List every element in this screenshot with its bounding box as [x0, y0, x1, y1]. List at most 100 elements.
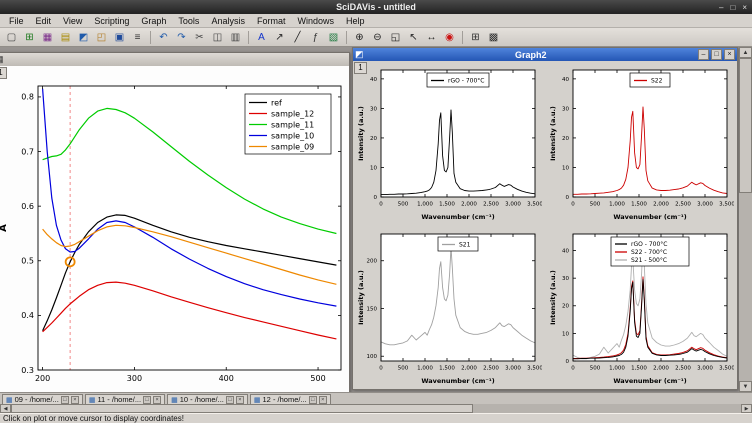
new-project-button[interactable]: ▢: [3, 29, 20, 45]
raman-plot-s22[interactable]: 05001,0001,5002,0002,5003,0003,500010203…: [547, 63, 734, 222]
menu-windows[interactable]: Windows: [291, 15, 340, 27]
toolbar-separator: [346, 31, 347, 44]
save-project-button[interactable]: ▣: [111, 29, 128, 45]
add-equation-button[interactable]: ƒ: [307, 29, 324, 45]
layer-1-button[interactable]: 1: [0, 67, 7, 79]
tab-close-button[interactable]: ×: [319, 396, 327, 404]
scroll-left-button[interactable]: ◀: [0, 404, 11, 413]
svg-text:100: 100: [367, 354, 378, 360]
select-data-range-icon: ↔: [427, 32, 437, 43]
uvvis-graph-titlebar[interactable]: ▦: [0, 53, 349, 66]
tab-close-button[interactable]: ×: [236, 396, 244, 404]
draw-arrow-button[interactable]: ↗: [271, 29, 288, 45]
horizontal-scrollbar[interactable]: ◀ ▶: [0, 404, 752, 413]
raman-plot-combined[interactable]: 05001,0001,5002,0002,5003,0003,500010203…: [547, 227, 734, 386]
uvvis-graph-window[interactable]: ▦ 1 2003004005000.30.40.50.60.70.8Arefsa…: [0, 52, 350, 392]
svg-text:2,000: 2,000: [653, 202, 669, 208]
vertical-scrollbar[interactable]: ▲ ▼: [739, 47, 752, 392]
zoom-in-button[interactable]: ⊕: [351, 29, 368, 45]
tab-restore-button[interactable]: □: [309, 396, 317, 404]
tab-close-button[interactable]: ×: [153, 396, 161, 404]
new-table-icon: ⊞: [25, 32, 33, 43]
subplot-grid: 05001,0001,5002,0002,5003,0003,500010203…: [353, 61, 737, 388]
uvvis-graph-canvas[interactable]: 1 2003004005000.30.40.50.60.70.8Arefsamp…: [0, 66, 349, 392]
svg-text:sample_11: sample_11: [271, 120, 314, 129]
menu-scripting[interactable]: Scripting: [88, 15, 135, 27]
menu-analysis[interactable]: Analysis: [205, 15, 251, 27]
svg-text:Intensity (a.u.): Intensity (a.u.): [549, 270, 557, 325]
svg-text:sample_09: sample_09: [271, 142, 314, 151]
uvvis-plot[interactable]: 2003004005000.30.40.50.60.70.8Arefsample…: [0, 66, 349, 392]
window-tab[interactable]: ▦11 - /home/...□×: [85, 394, 165, 404]
raman-plot-rgo[interactable]: 05001,0001,5002,0002,5003,0003,500010203…: [355, 63, 542, 222]
window-tab[interactable]: ▦09 - /home/...□×: [2, 394, 83, 404]
child-close-button[interactable]: ×: [724, 49, 735, 60]
new-project-icon: ▢: [7, 32, 16, 43]
paste-selection-button[interactable]: ▥: [227, 29, 244, 45]
scroll-down-button[interactable]: ▼: [739, 381, 752, 392]
tab-restore-button[interactable]: □: [143, 396, 151, 404]
menu-view[interactable]: View: [57, 15, 88, 27]
print-button[interactable]: ≡: [129, 29, 146, 45]
app-title-bar[interactable]: SciDAVis - untitled – □ ×: [0, 0, 752, 14]
new-note-icon: ▤: [61, 32, 70, 43]
undo-button[interactable]: ↶: [155, 29, 172, 45]
svg-text:ref: ref: [271, 98, 282, 107]
raman-plot-s21[interactable]: 05001,0001,5002,0002,5003,0003,500100150…: [355, 227, 542, 386]
pointer-button[interactable]: ↖: [405, 29, 422, 45]
arrange-layers-button[interactable]: ▩: [485, 29, 502, 45]
window-tab[interactable]: ▦10 - /home/...□×: [167, 394, 248, 404]
data-reader-button[interactable]: ◉: [441, 29, 458, 45]
draw-line-button[interactable]: ╱: [289, 29, 306, 45]
redo-button[interactable]: ↷: [173, 29, 190, 45]
tab-close-button[interactable]: ×: [71, 396, 79, 404]
child-restore-button[interactable]: □: [711, 49, 722, 60]
svg-text:10: 10: [562, 331, 569, 337]
new-matrix-button[interactable]: ▦: [39, 29, 56, 45]
horizontal-scrollbar-track[interactable]: [11, 404, 741, 413]
select-data-range-button[interactable]: ↔: [423, 29, 440, 45]
tab-restore-button[interactable]: □: [61, 396, 69, 404]
cut-selection-button[interactable]: ✂: [191, 29, 208, 45]
add-layer-button[interactable]: ⊞: [467, 29, 484, 45]
svg-text:20: 20: [370, 136, 377, 142]
tab-label: 09 - /home/...: [15, 395, 59, 404]
new-table-button[interactable]: ⊞: [21, 29, 38, 45]
tab-restore-button[interactable]: □: [226, 396, 234, 404]
menu-graph[interactable]: Graph: [135, 15, 172, 27]
tab-label: 11 - /home/...: [97, 395, 141, 404]
menu-file[interactable]: File: [3, 15, 30, 27]
rescale-to-show-all-button[interactable]: ◱: [387, 29, 404, 45]
horizontal-scrollbar-thumb[interactable]: [11, 404, 473, 413]
menu-edit[interactable]: Edit: [30, 15, 58, 27]
add-image-icon: ▧: [329, 32, 338, 43]
scroll-up-button[interactable]: ▲: [739, 47, 752, 58]
child-minimize-button[interactable]: –: [698, 49, 709, 60]
graph2-canvas[interactable]: 1 05001,0001,5002,0002,5003,0003,5000102…: [353, 61, 737, 389]
app-maximize-button[interactable]: □: [730, 3, 735, 12]
menu-tools[interactable]: Tools: [172, 15, 205, 27]
svg-text:1,000: 1,000: [417, 202, 433, 208]
layer-1-button[interactable]: 1: [354, 62, 367, 74]
new-note-button[interactable]: ▤: [57, 29, 74, 45]
vertical-scrollbar-thumb[interactable]: [739, 58, 752, 193]
graph2-window[interactable]: ◩ Graph2 – □ × 1 05001,0001,5002,0002,50…: [352, 47, 738, 390]
copy-selection-button[interactable]: ◫: [209, 29, 226, 45]
table-icon: ▦: [171, 396, 178, 404]
menu-help[interactable]: Help: [340, 15, 371, 27]
menu-format[interactable]: Format: [251, 15, 292, 27]
zoom-out-button[interactable]: ⊖: [369, 29, 386, 45]
app-minimize-button[interactable]: –: [719, 3, 723, 12]
svg-text:0.6: 0.6: [21, 202, 34, 211]
add-image-button[interactable]: ▧: [325, 29, 342, 45]
graph2-titlebar[interactable]: ◩ Graph2 – □ ×: [353, 48, 737, 61]
scroll-right-button[interactable]: ▶: [741, 404, 752, 413]
svg-text:A: A: [0, 224, 9, 232]
open-project-button[interactable]: ◰: [93, 29, 110, 45]
new-graph-button[interactable]: ◩: [75, 29, 92, 45]
status-bar: Click on plot or move cursor to display …: [0, 413, 752, 423]
window-tab[interactable]: ▦12 - /home/...□×: [250, 394, 331, 404]
open-project-icon: ◰: [97, 32, 106, 43]
add-text-button[interactable]: A: [253, 29, 270, 45]
app-close-button[interactable]: ×: [742, 3, 747, 12]
